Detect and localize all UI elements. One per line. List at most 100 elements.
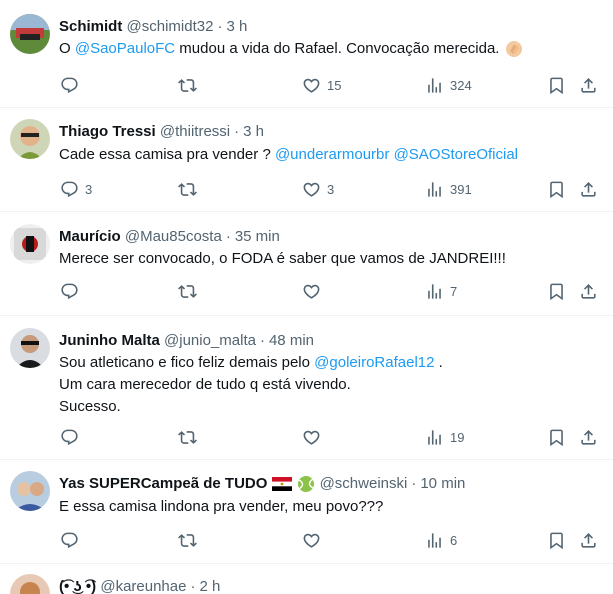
avatar[interactable] bbox=[10, 119, 50, 159]
retweet-button[interactable] bbox=[178, 180, 197, 199]
display-name[interactable]: Juninho Malta bbox=[59, 332, 160, 349]
bookmark-button[interactable] bbox=[547, 428, 566, 447]
bookmark-icon bbox=[547, 282, 566, 301]
tweet[interactable]: Maurício @Mau85costa · 35 min Merece ser co… bbox=[0, 212, 613, 316]
replies-count: 3 bbox=[85, 182, 93, 197]
separator-dot: · bbox=[217, 18, 223, 35]
separator-dot: · bbox=[259, 332, 265, 349]
like-button[interactable] bbox=[302, 282, 321, 301]
separator-dot: · bbox=[411, 475, 417, 492]
timestamp[interactable]: 3 h bbox=[243, 123, 264, 140]
display-name[interactable]: (͡• ͜ʖ ͡•) bbox=[59, 578, 96, 594]
avatar[interactable] bbox=[10, 574, 50, 594]
avatar[interactable] bbox=[10, 14, 50, 54]
display-name[interactable]: Thiago Tressi bbox=[59, 123, 156, 140]
user-handle[interactable]: @schimidt32 bbox=[127, 18, 214, 35]
retweet-button[interactable] bbox=[178, 282, 197, 301]
user-handle[interactable]: @thiitressi bbox=[160, 123, 230, 140]
like-icon bbox=[302, 531, 321, 550]
like-button[interactable] bbox=[302, 531, 321, 550]
mention-link[interactable]: @SaoPauloFC bbox=[75, 40, 175, 57]
reply-button[interactable]: 3 bbox=[60, 180, 92, 199]
views-icon bbox=[425, 428, 444, 447]
timestamp[interactable]: 48 min bbox=[269, 332, 314, 349]
views-button[interactable]: 324 bbox=[425, 76, 472, 95]
avatar[interactable] bbox=[10, 224, 50, 264]
mention-link[interactable]: @goleiroRafael12 bbox=[314, 354, 434, 371]
display-name[interactable]: Yas SUPERCampeã de TUDO bbox=[59, 475, 267, 492]
user-handle[interactable]: @schweinski bbox=[320, 475, 408, 492]
like-button[interactable] bbox=[302, 428, 321, 447]
tweet-header: Juninho Malta @junio_malta · 48 min bbox=[59, 331, 314, 351]
tweet[interactable]: Juninho Malta @junio_malta · 48 min Sou atl… bbox=[0, 316, 613, 460]
like-button[interactable]: 3 bbox=[302, 180, 334, 199]
share-button[interactable] bbox=[579, 282, 598, 301]
tweet-text: Merece ser convocado, o FODA é saber que… bbox=[59, 248, 506, 270]
tweet[interactable]: Thiago Tressi @thiitressi · 3 h Cade essa c… bbox=[0, 108, 613, 212]
reply-button[interactable] bbox=[60, 282, 79, 301]
user-handle[interactable]: @kareunhae bbox=[100, 578, 186, 594]
tweet-header: Schimidt @schimidt32 · 3 h bbox=[59, 17, 247, 37]
views-button[interactable]: 7 bbox=[425, 282, 457, 301]
share-button[interactable] bbox=[579, 180, 598, 199]
reply-icon bbox=[60, 76, 79, 95]
action-bar: 6 bbox=[0, 531, 613, 551]
views-icon bbox=[425, 282, 444, 301]
retweet-icon bbox=[178, 531, 197, 550]
timestamp[interactable]: 35 min bbox=[235, 228, 280, 245]
tweet-text-segment: Cade essa camisa pra vender ? bbox=[59, 146, 275, 163]
share-icon bbox=[579, 76, 598, 95]
avatar[interactable] bbox=[10, 328, 50, 368]
reply-button[interactable] bbox=[60, 76, 79, 95]
reply-icon bbox=[60, 531, 79, 550]
likes-count: 3 bbox=[327, 182, 335, 197]
share-button[interactable] bbox=[579, 531, 598, 550]
tweet-text-segment: E essa camisa lindona pra vender, meu po… bbox=[59, 498, 384, 515]
bookmark-button[interactable] bbox=[547, 180, 566, 199]
mention-link[interactable]: @underarmourbr bbox=[275, 146, 389, 163]
share-button[interactable] bbox=[579, 76, 598, 95]
bookmark-button[interactable] bbox=[547, 282, 566, 301]
retweet-button[interactable] bbox=[178, 76, 197, 95]
retweet-button[interactable] bbox=[178, 531, 197, 550]
bookmark-button[interactable] bbox=[547, 76, 566, 95]
views-count: 391 bbox=[450, 182, 472, 197]
avatar[interactable] bbox=[10, 471, 50, 511]
egypt-flag-icon bbox=[272, 475, 293, 492]
action-bar: 7 bbox=[0, 282, 613, 302]
display-name[interactable]: Schimidt bbox=[59, 18, 122, 35]
reply-button[interactable] bbox=[60, 531, 79, 550]
bookmark-icon bbox=[547, 428, 566, 447]
user-handle[interactable]: @Mau85costa bbox=[125, 228, 222, 245]
views-count: 324 bbox=[450, 78, 472, 93]
tweet[interactable]: (͡• ͜ʖ ͡•) @kareunhae · 2 h bbox=[0, 564, 613, 594]
timestamp[interactable]: 10 min bbox=[420, 475, 465, 492]
retweet-button[interactable] bbox=[178, 428, 197, 447]
separator-dot: · bbox=[190, 578, 196, 594]
reply-button[interactable] bbox=[60, 428, 79, 447]
retweet-icon bbox=[178, 282, 197, 301]
display-name[interactable]: Maurício bbox=[59, 228, 121, 245]
views-count: 19 bbox=[450, 430, 465, 445]
views-button[interactable]: 391 bbox=[425, 180, 472, 199]
reply-icon bbox=[60, 428, 79, 447]
views-icon bbox=[425, 531, 444, 550]
like-button[interactable]: 15 bbox=[302, 76, 341, 95]
views-button[interactable]: 19 bbox=[425, 428, 464, 447]
tweet-header: (͡• ͜ʖ ͡•) @kareunhae · 2 h bbox=[59, 577, 220, 594]
tweet[interactable]: Yas SUPERCampeã de TUDO @schweinski · 10 m… bbox=[0, 460, 613, 564]
retweet-icon bbox=[178, 76, 197, 95]
share-button[interactable] bbox=[579, 428, 598, 447]
mention-link[interactable]: @SAOStoreOficial bbox=[394, 146, 518, 163]
views-button[interactable]: 6 bbox=[425, 531, 457, 550]
bookmark-icon bbox=[547, 180, 566, 199]
tweet-text-segment: O bbox=[59, 40, 75, 57]
clapping-hands-icon bbox=[504, 40, 524, 58]
action-bar: 15 324 bbox=[0, 76, 613, 96]
tweet[interactable]: Schimidt @schimidt32 · 3 h O @SaoPauloFC mu… bbox=[0, 0, 613, 108]
user-handle[interactable]: @junio_malta bbox=[164, 332, 256, 349]
timestamp[interactable]: 2 h bbox=[199, 578, 220, 594]
bookmark-button[interactable] bbox=[547, 531, 566, 550]
tweet-text-segment: mudou a vida do Rafael. Convocação merec… bbox=[175, 40, 504, 57]
timestamp[interactable]: 3 h bbox=[226, 18, 247, 35]
